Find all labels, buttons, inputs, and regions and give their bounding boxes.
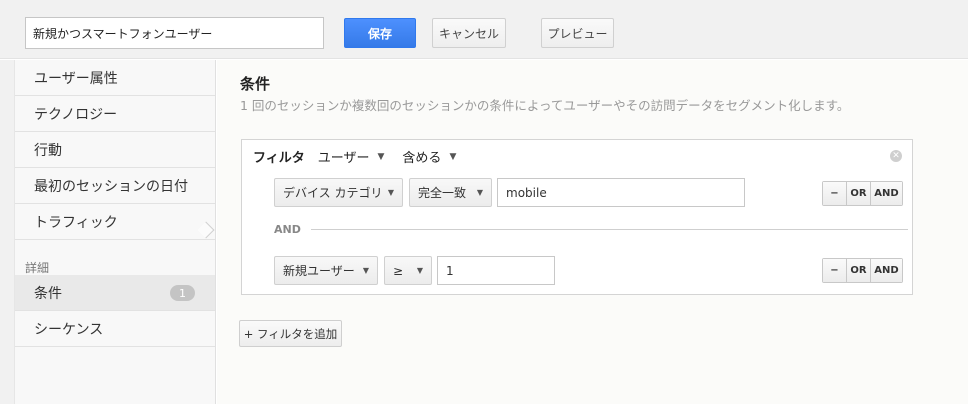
page-title: 条件 bbox=[240, 75, 271, 93]
or-button[interactable]: OR bbox=[847, 259, 871, 282]
filter-mode-value: 含める bbox=[402, 151, 442, 166]
operator-value: ≥ bbox=[393, 263, 404, 278]
and-button[interactable]: AND bbox=[871, 259, 902, 282]
remove-condition-button[interactable]: − bbox=[823, 182, 847, 205]
dimension-value: デバイス カテゴリ bbox=[283, 186, 383, 200]
sidebar-item-traffic[interactable]: トラフィック bbox=[15, 204, 215, 240]
sidebar-item-behavior[interactable]: 行動 bbox=[15, 132, 215, 168]
sidebar-item-label: トラフィック bbox=[34, 214, 118, 231]
add-filter-button[interactable]: + フィルタを追加 bbox=[239, 320, 342, 347]
filter-card: フィルタ ユーザー ▼ 含める ▼ ✕ デバイス カテゴリ ▼ 完全一致 ▼ −… bbox=[241, 139, 913, 295]
chevron-down-icon: ▼ bbox=[449, 151, 457, 162]
sidebar-item-first-session-date[interactable]: 最初のセッションの日付 bbox=[15, 168, 215, 204]
and-separator-label: AND bbox=[274, 223, 301, 236]
sidebar-item-label: シーケンス bbox=[34, 321, 104, 338]
and-separator: AND bbox=[274, 223, 908, 236]
filter-mode-dropdown[interactable]: 含める ▼ bbox=[402, 147, 456, 166]
chevron-down-icon: ▼ bbox=[416, 266, 423, 275]
filter-scope-dropdown[interactable]: ユーザー ▼ bbox=[318, 147, 385, 166]
condition-row-actions: − OR AND bbox=[822, 258, 903, 283]
remove-condition-button[interactable]: − bbox=[823, 259, 847, 282]
dimension-dropdown[interactable]: デバイス カテゴリ ▼ bbox=[274, 178, 403, 207]
cancel-button[interactable]: キャンセル bbox=[432, 18, 506, 48]
operator-value: 完全一致 bbox=[418, 186, 467, 200]
condition-value-input[interactable] bbox=[497, 178, 745, 207]
segment-editor-header: 保存 キャンセル プレビュー bbox=[0, 0, 968, 59]
filter-label: フィルタ bbox=[253, 151, 305, 166]
preview-button[interactable]: プレビュー bbox=[541, 18, 614, 48]
segment-name-input[interactable] bbox=[25, 17, 324, 49]
remove-filter-icon[interactable]: ✕ bbox=[890, 150, 902, 162]
dimension-dropdown[interactable]: 新規ユーザー ▼ bbox=[274, 256, 378, 285]
separator-line bbox=[310, 229, 908, 230]
page-description: 1 回のセッションか複数回のセッションかの条件によってユーザーやその訪問データを… bbox=[240, 98, 850, 113]
sidebar-item-label: ユーザー属性 bbox=[34, 70, 118, 87]
sidebar-item-technology[interactable]: テクノロジー bbox=[15, 96, 215, 132]
filter-scope-value: ユーザー bbox=[317, 151, 370, 166]
sidebar-item-label: テクノロジー bbox=[34, 106, 118, 123]
sidebar-item-label: 条件 bbox=[34, 285, 62, 302]
left-gutter bbox=[0, 60, 15, 404]
save-button[interactable]: 保存 bbox=[344, 18, 416, 48]
condition-row-actions: − OR AND bbox=[822, 181, 903, 206]
sidebar: ユーザー属性 テクノロジー 行動 最初のセッションの日付 トラフィック 詳細 条… bbox=[15, 60, 216, 404]
operator-dropdown[interactable]: 完全一致 ▼ bbox=[409, 178, 492, 207]
sidebar-item-demographics[interactable]: ユーザー属性 bbox=[15, 60, 215, 96]
sidebar-item-label: 最初のセッションの日付 bbox=[34, 178, 188, 195]
main-panel: 条件 1 回のセッションか複数回のセッションかの条件によってユーザーやその訪問デ… bbox=[217, 60, 968, 404]
sidebar-item-label: 行動 bbox=[34, 142, 62, 159]
chevron-down-icon: ▼ bbox=[476, 188, 483, 197]
and-button[interactable]: AND bbox=[871, 182, 902, 205]
chevron-down-icon: ▼ bbox=[362, 266, 369, 275]
or-button[interactable]: OR bbox=[847, 182, 871, 205]
sidebar-item-sequences[interactable]: シーケンス bbox=[15, 311, 215, 347]
condition-value-input[interactable] bbox=[437, 256, 555, 285]
chevron-down-icon: ▼ bbox=[387, 188, 394, 197]
condition-count-badge: 1 bbox=[170, 285, 195, 301]
sidebar-section-advanced: 詳細 bbox=[25, 261, 50, 275]
sidebar-item-conditions[interactable]: 条件 1 bbox=[15, 275, 215, 311]
chevron-down-icon: ▼ bbox=[377, 151, 385, 162]
dimension-value: 新規ユーザー bbox=[283, 264, 355, 278]
filter-header: フィルタ ユーザー ▼ 含める ▼ bbox=[253, 147, 474, 166]
operator-dropdown[interactable]: ≥ ▼ bbox=[384, 256, 432, 285]
